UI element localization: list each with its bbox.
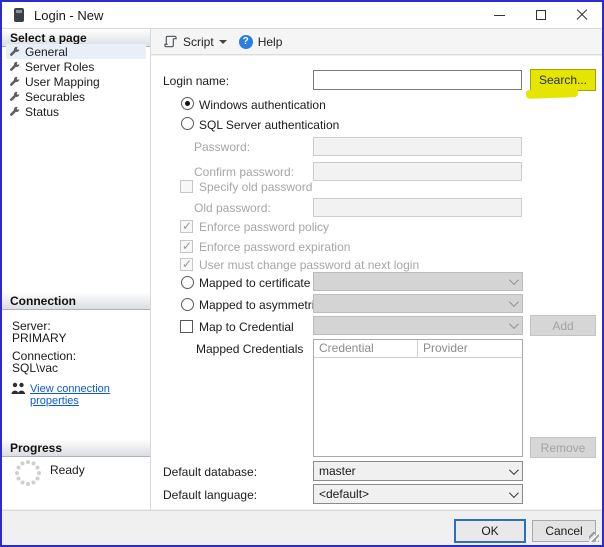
sql-authentication-radio[interactable]: [181, 117, 194, 130]
close-icon: [576, 9, 588, 21]
chevron-down-icon: [508, 319, 519, 330]
help-label: Help: [257, 34, 283, 49]
add-button: Add: [530, 315, 596, 336]
general-page-panel: Login name: Search... Windows authentica…: [151, 56, 602, 509]
server-value: PRIMARY: [12, 331, 67, 345]
footer: OK Cancel: [2, 510, 602, 545]
chevron-down-icon: [508, 297, 519, 308]
enforce-password-policy-checkbox: [180, 219, 193, 233]
default-database-combo[interactable]: master: [313, 461, 523, 481]
toolbar: Script ? Help: [151, 29, 602, 55]
wrench-icon: [9, 46, 20, 56]
search-button[interactable]: Search...: [530, 69, 596, 91]
specify-old-password-checkbox: [180, 180, 193, 193]
script-label: Script: [183, 34, 214, 49]
credential-combo: [313, 316, 523, 335]
default-database-label: Default database:: [163, 465, 258, 479]
title-bar: Login - New: [2, 2, 602, 28]
enforce-password-expiration-label: Enforce password expiration: [199, 240, 351, 254]
sidebar-item-user-mapping[interactable]: User Mapping: [6, 74, 146, 89]
resize-grip[interactable]: [589, 532, 599, 542]
table-header-row: Credential Provider: [314, 340, 522, 358]
must-change-password-label: User must change password at next login: [199, 258, 420, 272]
chevron-down-icon: [508, 275, 519, 286]
connection-value: SQL\vac: [12, 361, 59, 375]
app-icon: [14, 8, 24, 22]
sidebar-item-label: Server Roles: [25, 59, 95, 74]
view-connection-properties-link[interactable]: View connection properties: [30, 383, 150, 407]
default-database-value: master: [319, 464, 356, 478]
sql-authentication-label: SQL Server authentication: [199, 118, 340, 132]
progress-status: Ready: [50, 463, 85, 477]
chevron-down-icon: [508, 464, 519, 475]
login-new-dialog: Login - New Select a page General Server…: [0, 0, 604, 547]
enforce-password-expiration-checkbox: [180, 239, 193, 253]
script-dropdown-icon: [218, 39, 227, 44]
sidebar-item-label: Securables: [25, 89, 86, 104]
old-password-input: [313, 198, 522, 217]
script-button[interactable]: Script: [157, 31, 233, 53]
connection-properties-icon: [11, 382, 25, 394]
close-button[interactable]: [561, 2, 602, 28]
wrench-icon: [9, 91, 20, 101]
sidebar-item-label: General: [25, 44, 68, 59]
default-language-value: <default>: [319, 487, 370, 501]
progress-spinner-icon: [15, 460, 41, 486]
password-label: Password:: [194, 140, 251, 154]
sidebar-item-general[interactable]: General: [6, 44, 146, 59]
certificate-combo: [313, 272, 523, 291]
enforce-password-policy-label: Enforce password policy: [199, 220, 330, 234]
cancel-button[interactable]: Cancel: [532, 520, 596, 542]
table-header-credential: Credential: [314, 340, 418, 357]
mapped-to-certificate-radio[interactable]: [181, 276, 194, 289]
sidebar: Select a page General Server Roles User …: [2, 29, 150, 509]
script-icon: [164, 35, 177, 48]
confirm-password-label: Confirm password:: [194, 165, 295, 179]
default-language-combo[interactable]: <default>: [313, 484, 523, 504]
map-to-credential-label: Map to Credential: [199, 320, 294, 334]
old-password-label: Old password:: [194, 201, 271, 215]
windows-authentication-label: Windows authentication: [199, 98, 326, 112]
table-header-provider: Provider: [423, 341, 468, 355]
maximize-icon: [535, 10, 546, 20]
connection-header: Connection: [2, 293, 150, 310]
progress-header: Progress: [2, 440, 150, 457]
maximize-button[interactable]: [520, 2, 561, 28]
remove-button: Remove: [530, 437, 596, 458]
specify-old-password-label: Specify old password: [199, 180, 313, 194]
wrench-icon: [9, 61, 20, 71]
sidebar-item-label: Status: [25, 104, 60, 119]
login-name-label: Login name:: [163, 74, 230, 88]
must-change-password-checkbox: [180, 257, 193, 271]
login-name-input[interactable]: [313, 70, 522, 90]
ok-button[interactable]: OK: [455, 520, 525, 542]
sidebar-item-status[interactable]: Status: [6, 104, 146, 119]
default-language-label: Default language:: [163, 488, 258, 502]
chevron-down-icon: [508, 487, 519, 498]
wrench-icon: [9, 76, 20, 86]
help-icon: ?: [238, 34, 253, 49]
password-input: [313, 137, 522, 156]
mapped-to-asymmetric-key-radio[interactable]: [181, 298, 194, 311]
mapped-credentials-label: Mapped Credentials: [196, 342, 304, 356]
minimize-button[interactable]: [479, 2, 520, 28]
windows-authentication-radio[interactable]: [181, 97, 194, 110]
help-button[interactable]: ? Help: [233, 31, 289, 53]
sidebar-item-securables[interactable]: Securables: [6, 89, 146, 104]
mapped-to-certificate-label: Mapped to certificate: [199, 276, 311, 290]
mapped-credentials-table: Credential Provider: [313, 339, 523, 457]
confirm-password-input: [313, 162, 522, 181]
minimize-icon: [494, 14, 505, 16]
wrench-icon: [9, 106, 20, 116]
sidebar-item-server-roles[interactable]: Server Roles: [6, 59, 146, 74]
asymmetric-key-combo: [313, 294, 523, 313]
window-title: Login - New: [34, 7, 104, 23]
map-to-credential-checkbox[interactable]: [180, 320, 193, 333]
sidebar-item-label: User Mapping: [25, 74, 100, 89]
